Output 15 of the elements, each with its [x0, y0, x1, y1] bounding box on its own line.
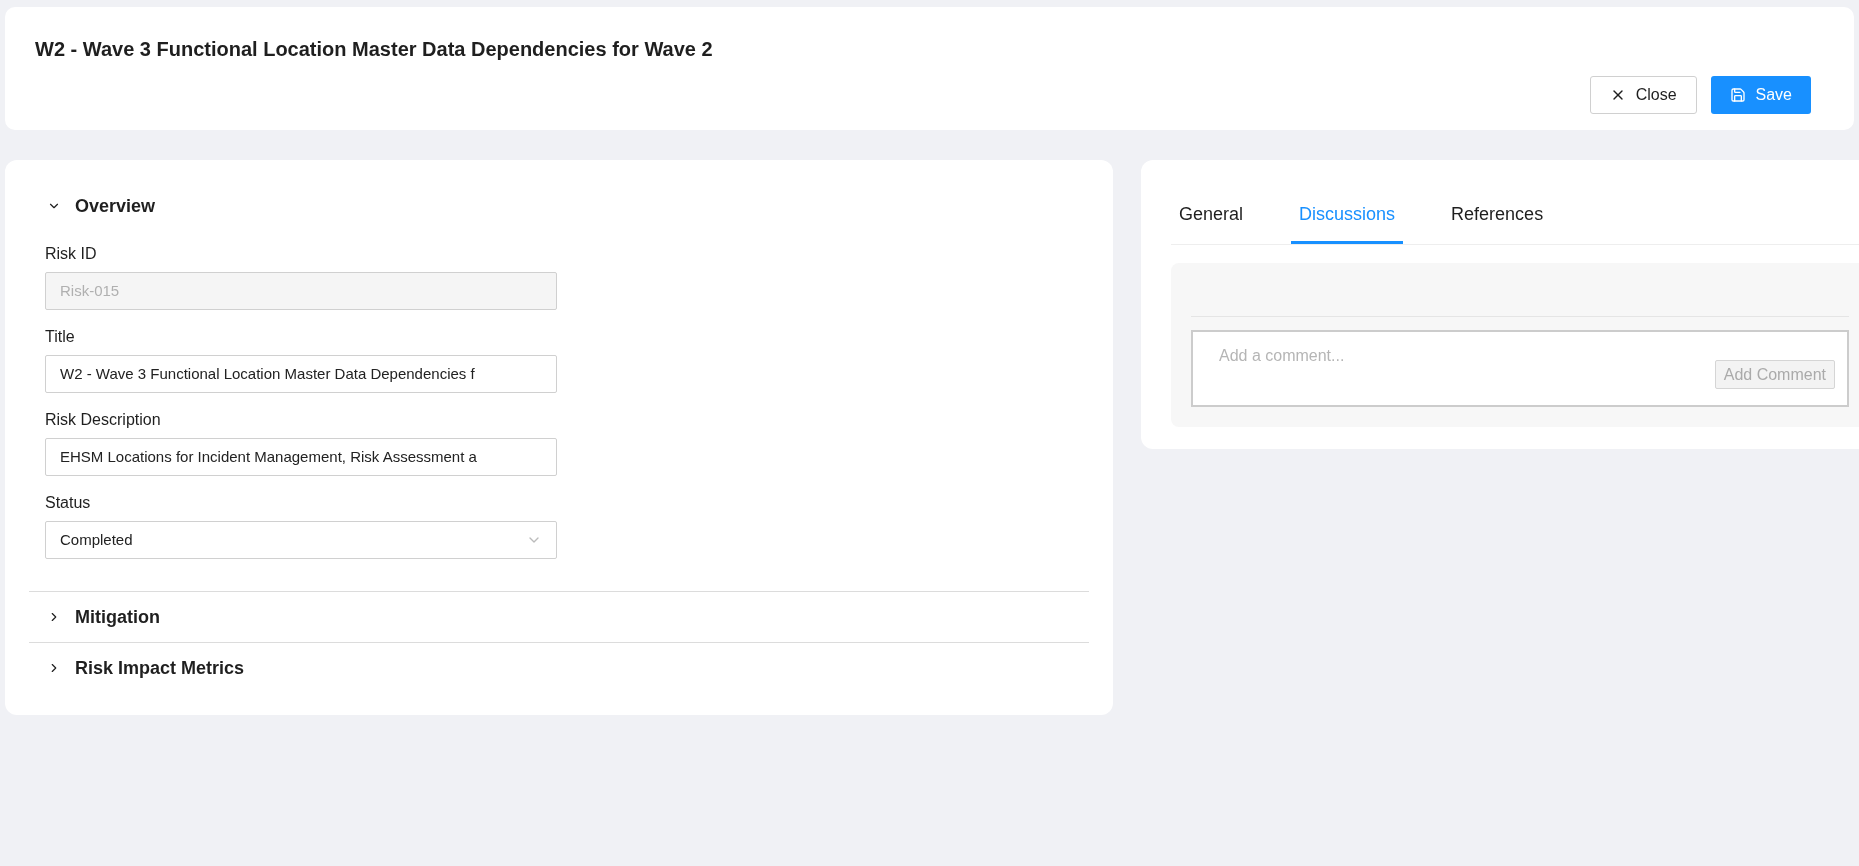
- tab[interactable]: References: [1443, 188, 1552, 244]
- section-header[interactable]: Overview: [29, 188, 156, 224]
- input-field[interactable]: W2 - Wave 3 Functional Location Master Data Dependencies f: [45, 355, 557, 393]
- field-label: Status: [45, 493, 92, 513]
- input-field[interactable]: EHSM Locations for Incident Management, Risk Assessment a: [45, 438, 557, 476]
- close-button[interactable]: Close: [1589, 76, 1697, 114]
- page-title: W2 - Wave 3 Functional Location Master Data Dependencies for Wave 2: [35, 37, 714, 62]
- tab[interactable]: General: [1171, 188, 1252, 244]
- section-header[interactable]: Mitigation: [29, 593, 160, 641]
- comment-input[interactable]: Add a comment...: [1219, 344, 1715, 394]
- status-select[interactable]: Completed: [45, 521, 557, 559]
- field-label: Title: [45, 327, 76, 347]
- field-label: Risk Description: [45, 410, 162, 430]
- section-header[interactable]: Risk Impact Metrics: [29, 644, 245, 692]
- field-label: Risk ID: [45, 244, 98, 264]
